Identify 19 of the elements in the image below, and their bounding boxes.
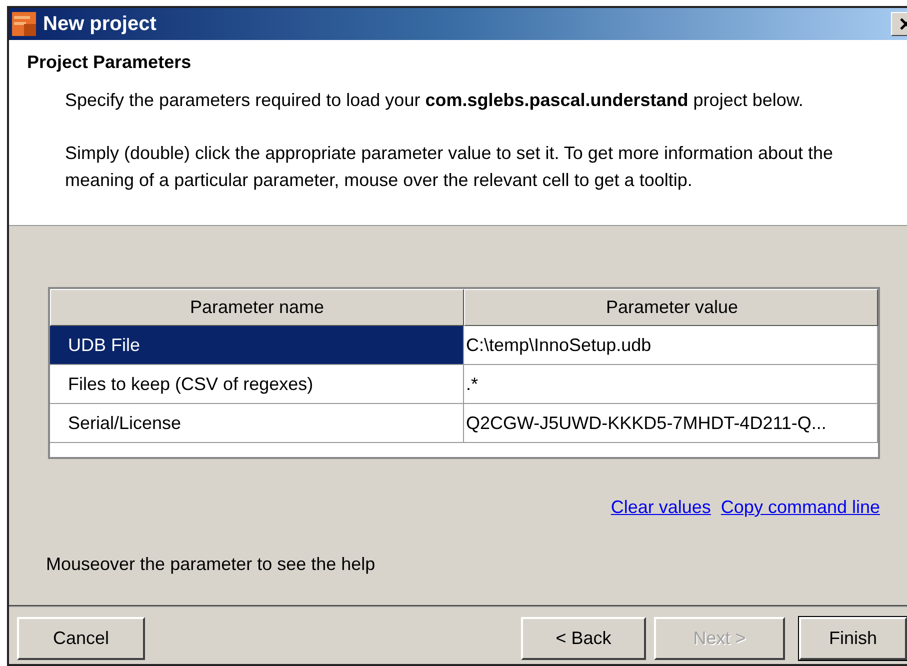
- app-logo-icon: [11, 11, 37, 37]
- instruction-text: Specify the parameters required to load your com.sglebs.pascal.understand project below.: [65, 89, 804, 112]
- parameter-value-cell[interactable]: Q2CGW-J5UWD-KKKD5-7MHDT-4D211-Q...: [464, 404, 878, 442]
- parameter-name-cell[interactable]: Serial/License: [50, 404, 464, 442]
- link[interactable]: Copy command line: [720, 497, 880, 518]
- instruction-text: Simply (double) click the appropriate parameter value to set it. To get more information about the meaning of a particular parameter, mouse over the relevant cell to get a tooltip.: [65, 142, 834, 192]
- link[interactable]: Clear values: [610, 497, 711, 518]
- dialog-button[interactable]: < Back: [521, 617, 646, 660]
- parameter-value-cell[interactable]: .*: [464, 365, 878, 403]
- help-text: Mouseover the parameter to see the help: [46, 554, 376, 575]
- parameter-value-cell[interactable]: C:\temp\InnoSetup.udb: [464, 326, 878, 364]
- column-header[interactable]: Parameter value: [464, 289, 878, 326]
- window-title: New project: [43, 12, 158, 36]
- dialog-button[interactable]: Finish: [799, 617, 907, 660]
- dialog-button[interactable]: Cancel: [17, 617, 145, 660]
- parameter-name-cell[interactable]: UDB File: [50, 326, 464, 364]
- parameter-name-cell[interactable]: Files to keep (CSV of regexes): [50, 365, 464, 403]
- section-title: Project Parameters: [27, 52, 192, 73]
- column-header[interactable]: Parameter name: [50, 289, 464, 326]
